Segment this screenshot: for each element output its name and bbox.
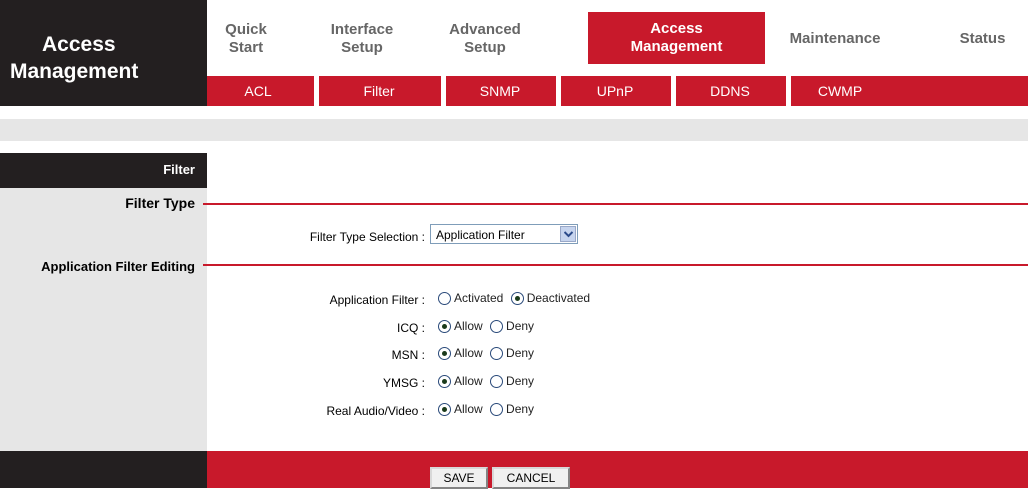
real-audio-video-radio-group: Allow Deny bbox=[438, 402, 538, 416]
icq-label: ICQ : bbox=[396, 321, 425, 335]
footer-action-bar bbox=[207, 451, 1028, 488]
subtab-ddns[interactable]: DDNS bbox=[677, 76, 783, 106]
msn-label: MSN : bbox=[391, 348, 425, 362]
icq-deny-label: Deny bbox=[506, 319, 535, 333]
tab-status[interactable]: Status bbox=[945, 14, 1020, 64]
radio-button[interactable] bbox=[438, 347, 451, 360]
spacer-band bbox=[0, 119, 1028, 141]
section-divider bbox=[203, 203, 1028, 205]
radio-button[interactable] bbox=[438, 292, 451, 305]
msn-allow-label: Allow bbox=[454, 346, 483, 360]
application-filter-radio-group: Activated Deactivated bbox=[438, 291, 594, 305]
radio-button[interactable] bbox=[490, 320, 504, 333]
tab-status-label: Status bbox=[959, 30, 1006, 47]
subtab-acl[interactable]: ACL bbox=[208, 76, 308, 106]
msn-allow-option[interactable]: Allow bbox=[438, 346, 483, 360]
tab-access-management[interactable]: Access Management bbox=[588, 12, 765, 64]
section-title-application-filter-editing: Application Filter Editing bbox=[41, 259, 195, 274]
radio-button[interactable] bbox=[490, 347, 504, 360]
subtab-filter[interactable]: Filter bbox=[320, 76, 438, 106]
msn-deny-label: Deny bbox=[506, 346, 535, 360]
ymsg-allow-label: Allow bbox=[454, 374, 483, 388]
subnav-divider bbox=[786, 76, 791, 106]
tab-access-management-line1: Access bbox=[650, 20, 703, 37]
radio-button[interactable] bbox=[490, 403, 504, 416]
brand-line2: Management bbox=[10, 60, 139, 83]
real-audio-video-deny-label: Deny bbox=[506, 402, 535, 416]
tab-interface-setup-line2: Setup bbox=[341, 39, 383, 56]
real-audio-video-deny-option[interactable]: Deny bbox=[490, 402, 534, 416]
section-title-filter: Filter bbox=[163, 162, 195, 177]
section-title-filter-type: Filter Type bbox=[125, 195, 195, 211]
real-audio-video-allow-option[interactable]: Allow bbox=[438, 402, 483, 416]
icq-allow-label: Allow bbox=[454, 319, 483, 333]
icq-allow-option[interactable]: Allow bbox=[438, 319, 483, 333]
subtab-snmp[interactable]: SNMP bbox=[447, 76, 553, 106]
tab-advanced-setup-line2: Setup bbox=[464, 39, 506, 56]
filter-type-select[interactable]: Application Filter bbox=[430, 224, 578, 244]
tab-quick-start[interactable]: Quick Start bbox=[208, 14, 284, 64]
save-button[interactable]: SAVE bbox=[430, 467, 488, 489]
ymsg-deny-label: Deny bbox=[506, 374, 535, 388]
icq-deny-option[interactable]: Deny bbox=[490, 319, 534, 333]
ymsg-deny-option[interactable]: Deny bbox=[490, 374, 534, 388]
tab-maintenance-label: Maintenance bbox=[789, 30, 881, 47]
msn-radio-group: Allow Deny bbox=[438, 346, 538, 360]
radio-button[interactable] bbox=[490, 375, 504, 388]
subnav-divider bbox=[671, 76, 676, 106]
filter-type-selection-label: Filter Type Selection : bbox=[309, 230, 425, 244]
tab-advanced-setup-line1: Advanced bbox=[449, 21, 521, 38]
application-filter-label: Application Filter : bbox=[329, 293, 425, 307]
radio-button[interactable] bbox=[438, 375, 451, 388]
application-filter-deactivated-option[interactable]: Deactivated bbox=[510, 291, 591, 305]
tab-quick-start-line1: Quick bbox=[225, 21, 267, 38]
real-audio-video-label: Real Audio/Video : bbox=[326, 404, 425, 418]
ymsg-allow-option[interactable]: Allow bbox=[438, 374, 483, 388]
ymsg-radio-group: Allow Deny bbox=[438, 374, 538, 388]
real-audio-video-allow-label: Allow bbox=[454, 402, 483, 416]
brand-line1: Access bbox=[42, 33, 116, 56]
tab-quick-start-line2: Start bbox=[228, 39, 264, 56]
radio-button[interactable] bbox=[510, 292, 524, 305]
subnav-divider bbox=[556, 76, 561, 106]
section-divider bbox=[203, 264, 1028, 266]
header: Access Management Quick Start Interface Se… bbox=[0, 0, 1028, 106]
tab-maintenance[interactable]: Maintenance bbox=[775, 14, 895, 64]
subtab-upnp[interactable]: UPnP bbox=[562, 76, 668, 106]
radio-button[interactable] bbox=[438, 320, 451, 333]
tab-advanced-setup[interactable]: Advanced Setup bbox=[430, 14, 540, 64]
application-filter-deactivated-label: Deactivated bbox=[526, 291, 591, 305]
msn-deny-option[interactable]: Deny bbox=[490, 346, 534, 360]
application-filter-activated-option[interactable]: Activated bbox=[438, 291, 503, 305]
filter-type-select-value: Application Filter bbox=[436, 228, 525, 242]
tab-interface-setup[interactable]: Interface Setup bbox=[316, 14, 408, 64]
tab-interface-setup-line1: Interface bbox=[330, 21, 394, 38]
chevron-down-icon[interactable] bbox=[560, 226, 576, 242]
footer-left-bar bbox=[0, 451, 207, 488]
subnav-divider bbox=[314, 76, 319, 106]
brand-block: Access Management bbox=[0, 0, 207, 106]
subtab-cwmp[interactable]: CWMP bbox=[792, 76, 888, 106]
ymsg-label: YMSG : bbox=[382, 376, 425, 390]
radio-button[interactable] bbox=[438, 403, 451, 416]
cancel-button[interactable]: CANCEL bbox=[492, 467, 570, 489]
subnav-divider bbox=[441, 76, 446, 106]
tab-access-management-line2: Management bbox=[630, 38, 723, 55]
application-filter-activated-label: Activated bbox=[454, 291, 504, 305]
icq-radio-group: Allow Deny bbox=[438, 319, 538, 333]
